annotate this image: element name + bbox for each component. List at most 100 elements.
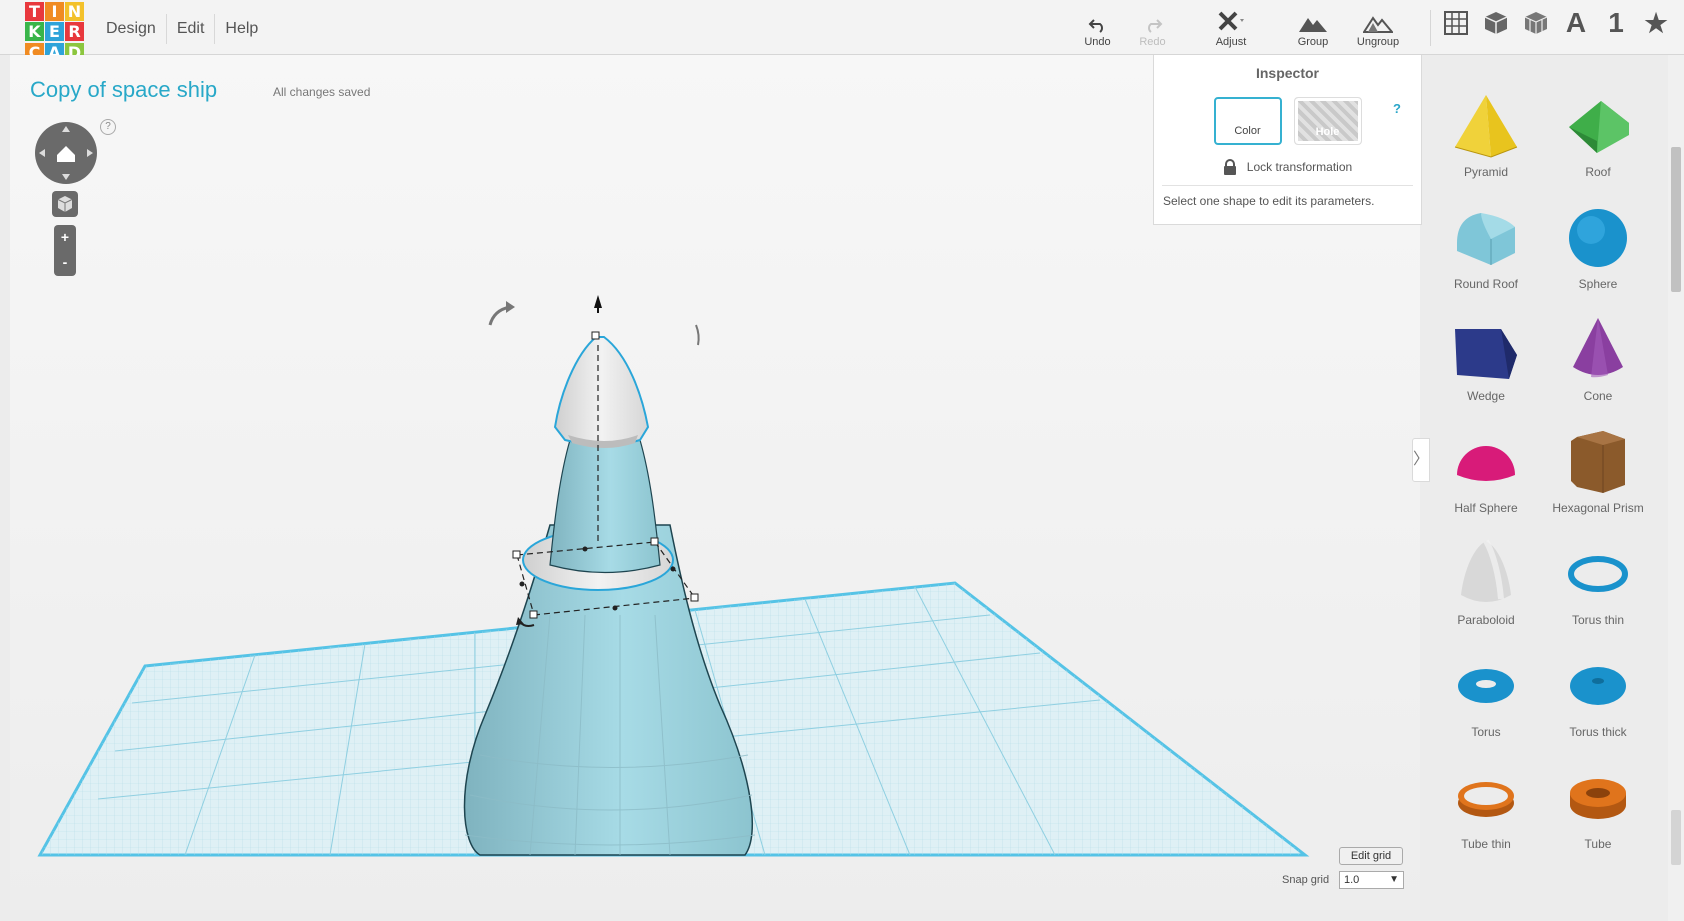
shape-label: Roof [1585,165,1611,179]
menu-help[interactable]: Help [215,14,268,44]
collapse-panel-button[interactable]: 〉 [1412,438,1430,482]
undo-icon [1088,19,1103,33]
pyramid-icon [1454,95,1518,158]
shape-label: Round Roof [1453,277,1519,291]
logo-letter: R [65,22,84,42]
shape-label: Torus [1471,725,1501,739]
shape-tube-thin[interactable]: Tube thin [1430,757,1542,867]
adjust-button[interactable]: Adjust [1185,8,1277,48]
round-roof-icon [1457,213,1515,265]
scrollbar-thumb[interactable] [1671,147,1681,292]
cone-icon [1573,318,1623,378]
design-title[interactable]: Copy of space ship [30,77,217,103]
shape-wedge[interactable]: Wedge [1430,309,1542,419]
roof-icon [1569,101,1629,153]
save-status: All changes saved [273,85,371,99]
menu-design[interactable]: Design [96,14,167,44]
snap-grid-label: Snap grid [1282,874,1330,886]
group-icon [1299,18,1327,32]
zoom-control: + - [54,225,76,276]
shape-round-roof[interactable]: Round Roof [1430,197,1542,307]
ungroup-icon [1363,16,1393,33]
top-bar: TINKERCAD Design Edit Help Undo Redo Adj… [0,0,1684,62]
shape-torus[interactable]: Torus [1430,645,1542,755]
shape-label: Pyramid [1463,165,1508,179]
wedge-icon [1455,329,1517,379]
menu-edit[interactable]: Edit [167,14,216,44]
shape-label: Sphere [1578,277,1618,291]
logo-letter: T [25,2,44,21]
nav-help-button[interactable]: ? [100,119,116,135]
redo-button[interactable]: Redo [1120,8,1185,48]
view-toolbar: A 1 ★ [1442,7,1670,38]
adjust-icon [1218,11,1244,31]
wireframe-view-icon[interactable] [1522,9,1550,37]
logo-letter: I [45,2,64,21]
shape-cone[interactable]: Cone [1542,309,1654,419]
half-sphere-icon [1457,446,1515,481]
toolbar-divider [1430,10,1431,46]
logo-letter: N [65,2,84,21]
shapes-scrollbar[interactable] [1668,55,1684,921]
logo-letter: K [25,22,44,42]
shape-label: Tube [1584,837,1612,851]
shape-label: Cone [1583,389,1613,403]
redo-icon [1147,19,1162,33]
hole-button[interactable]: Hole [1293,97,1362,145]
shape-label: Paraboloid [1457,613,1515,627]
shape-label: Torus thin [1571,613,1625,627]
tube-thin-icon [1458,782,1514,817]
zoom-out-button[interactable]: - [54,250,76,275]
orbit-control[interactable] [35,122,97,184]
grid-view-icon[interactable] [1442,9,1470,37]
inspector-message: Select one shape to edit its parameters. [1163,194,1375,208]
lock-transformation-toggle[interactable]: Lock transformation [1154,159,1421,175]
tinkercad-logo[interactable]: TINKERCAD [25,2,85,62]
cube-icon [57,196,73,212]
hexagonal-prism-icon [1571,431,1625,493]
shape-paraboloid[interactable]: Paraboloid [1430,533,1542,643]
shape-label: Tube thin [1461,837,1511,851]
shapes-previous-row [1430,55,1668,57]
shape-half-sphere[interactable]: Half Sphere [1430,421,1542,531]
inspector-panel: Inspector ? Color Hole Lock transformati… [1153,55,1422,225]
ungroup-button[interactable]: Ungroup [1349,8,1407,48]
shape-tube[interactable]: Tube [1542,757,1654,867]
number-icon[interactable]: 1 [1602,7,1630,38]
shape-pyramid[interactable]: Pyramid [1430,85,1542,195]
height-arrow-icon[interactable] [594,295,602,308]
snap-grid-select[interactable]: 1.0 ▼ [1339,871,1404,889]
scrollbar-thumb-lower[interactable] [1671,810,1681,865]
group-button[interactable]: Group [1277,8,1349,48]
shape-roof[interactable]: Roof [1542,85,1654,195]
box-view-icon[interactable] [1482,9,1510,37]
torus-thin-icon [1568,556,1628,592]
logo-letter: E [45,22,64,42]
star-icon[interactable]: ★ [1642,8,1670,38]
paraboloid-icon [1461,539,1511,602]
dropdown-arrow-icon: ▼ [1389,874,1399,885]
text-icon[interactable]: A [1562,7,1590,38]
home-icon[interactable] [57,146,75,162]
chevron-right-icon: 〉 [1413,451,1430,468]
undo-button[interactable]: Undo [1075,8,1120,48]
shape-torus-thick[interactable]: Torus thick [1542,645,1654,755]
shape-sphere[interactable]: Sphere [1542,197,1654,307]
torus-thick-icon [1570,667,1626,705]
color-button[interactable]: Color [1213,97,1282,145]
edit-grid-button[interactable]: Edit grid [1339,847,1403,865]
edit-toolbar: Undo Redo Adjust Group Ungroup [1075,8,1407,48]
shape-hexagonal-prism[interactable]: Hexagonal Prism [1542,421,1654,531]
lock-icon [1223,159,1236,175]
zoom-in-button[interactable]: + [54,225,76,250]
shape-torus-thin[interactable]: Torus thin [1542,533,1654,643]
inspector-help-button[interactable]: ? [1393,101,1401,116]
main-menu: Design Edit Help [96,14,268,44]
shape-label: Half Sphere [1454,501,1518,515]
shape-label: Hexagonal Prism [1552,501,1644,515]
fit-view-button[interactable] [52,191,78,217]
shapes-panel: Pyramid Roof Round Roof Sphere Wedge Cone Half… [1430,55,1668,921]
shape-label: Torus thick [1569,725,1627,739]
sphere-icon [1569,209,1627,267]
torus-icon [1458,669,1514,703]
